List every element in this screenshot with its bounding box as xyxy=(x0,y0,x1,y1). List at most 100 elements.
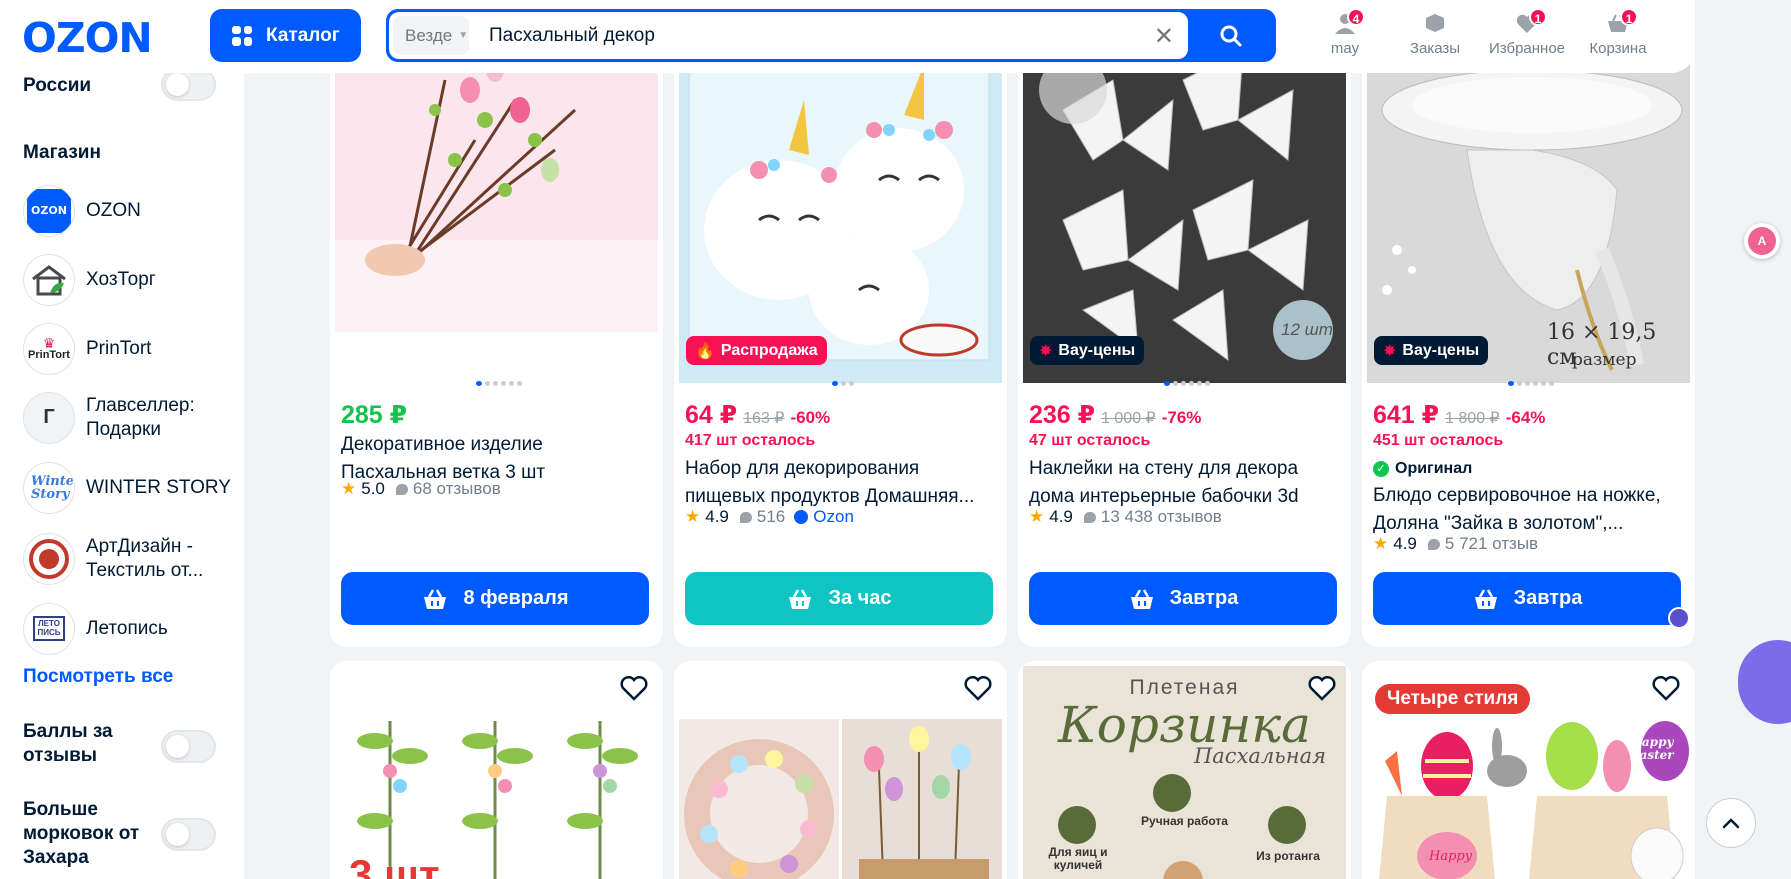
discount: -76% xyxy=(1161,408,1202,427)
more-carrots-toggle[interactable] xyxy=(161,818,216,851)
search-button[interactable] xyxy=(1188,12,1273,59)
image-text-line1: Плетеная xyxy=(1129,676,1240,699)
product-price: 285 ₽ xyxy=(341,401,408,429)
points-for-reviews-toggle[interactable] xyxy=(161,730,216,763)
orders-link[interactable]: Заказы xyxy=(1390,12,1480,57)
original-badge: ✓ Оригинал xyxy=(1373,460,1472,478)
chevron-up-icon xyxy=(1722,818,1740,829)
image-pager-dots[interactable] xyxy=(1164,381,1210,386)
image-text-line5: Для яиц и куличей xyxy=(1048,845,1108,873)
ozon-logo[interactable]: OZON xyxy=(22,14,153,62)
rating-value: 4.9 xyxy=(1049,507,1073,526)
product-card[interactable]: 285 ₽ Декоративное изделие Пасхальная ве… xyxy=(330,0,663,647)
reviews-count[interactable]: 516 xyxy=(757,507,785,527)
scroll-to-top-button[interactable] xyxy=(1706,798,1756,848)
delivery-date: Завтра xyxy=(1169,587,1239,609)
reviews-count[interactable]: 68 отзывов xyxy=(413,479,501,499)
add-to-cart-button[interactable]: 8 февраля xyxy=(341,572,649,625)
product-card[interactable]: 3 шт xyxy=(330,661,663,879)
cart-link[interactable]: 1 Корзина xyxy=(1573,8,1663,57)
box-icon xyxy=(1423,12,1447,34)
discount: -64% xyxy=(1505,408,1546,427)
shop-name: PrinTort xyxy=(86,337,152,359)
product-card[interactable] xyxy=(674,661,1007,879)
heart-icon[interactable] xyxy=(619,674,649,702)
premium-icon xyxy=(1668,607,1690,629)
profile-link[interactable]: 4 may xyxy=(1300,8,1390,57)
badge-label: Вау-цены xyxy=(1402,341,1480,359)
shop-item-artdesign[interactable]: АртДизайн - Текстиль от... xyxy=(23,531,238,586)
feature-icon xyxy=(1268,806,1306,844)
catalog-label: Каталог xyxy=(266,24,340,46)
cart-label: Корзина xyxy=(1589,40,1647,57)
product-rating: ★ 4.9 516 Ozon xyxy=(685,507,854,527)
star-icon: ★ xyxy=(1029,507,1045,526)
seller-name[interactable]: Ozon xyxy=(813,507,854,527)
star-burst-icon: ✸ xyxy=(1383,342,1397,360)
shop-item-ozon[interactable]: OZON OZON xyxy=(23,183,238,238)
image-pager-dots[interactable] xyxy=(1508,381,1554,386)
shop-item-winter-story[interactable]: Winter Story WINTER STORY xyxy=(23,460,238,515)
translate-button[interactable]: A xyxy=(1744,223,1780,259)
image-overlay-size-label: размер xyxy=(1572,350,1637,370)
product-image[interactable]: Четыре стиля Happy Easter Happy xyxy=(1367,666,1690,879)
shop-name: АртДизайн - Текстиль от... xyxy=(86,535,204,581)
product-card[interactable]: 16 × 19,5 см размер ✸ Вау-цены 641 ₽ 1 8… xyxy=(1362,0,1695,647)
image-overlay-easter: Happy Easter xyxy=(1630,735,1674,763)
product-title[interactable]: Набор для декорирования пищевых продукто… xyxy=(685,455,995,511)
add-to-cart-button[interactable]: За час xyxy=(685,572,993,625)
delivery-date: Завтра xyxy=(1513,587,1583,609)
catalog-button[interactable]: Каталог xyxy=(210,9,361,62)
winter-story-logo: Winter Story xyxy=(23,461,75,514)
image-pager-dots[interactable] xyxy=(832,381,854,386)
add-to-cart-button[interactable]: Завтра xyxy=(1029,572,1337,625)
product-card[interactable]: 12 шт ✸ Вау-цены 236 ₽ 1 000 ₽ -76% 47 ш… xyxy=(1018,0,1351,647)
artdesign-logo xyxy=(23,532,75,585)
shop-item-hoztorg[interactable]: ХозТорг xyxy=(23,252,238,307)
shop-name: Летопись xyxy=(86,617,168,639)
old-price: 163 ₽ xyxy=(743,410,785,427)
cart-badge: 1 xyxy=(1620,8,1638,26)
basket-icon xyxy=(789,588,812,609)
image-pager-dots[interactable] xyxy=(476,381,522,386)
product-card[interactable]: 🔥 Распродажа 64 ₽ 163 ₽ -60% 417 шт оста… xyxy=(674,0,1007,647)
rating-value: 4.9 xyxy=(705,507,729,526)
top-header: OZON Каталог Везде ▼ ✕ 4 may Заказы xyxy=(0,0,1695,73)
product-image[interactable]: Плетеная Корзинка Пасхальная Ручная рабо… xyxy=(1023,666,1346,879)
product-card[interactable]: Плетеная Корзинка Пасхальная Ручная рабо… xyxy=(1018,661,1351,879)
image-text-line6: Из ротанга xyxy=(1256,849,1320,863)
shop-item-glavseller[interactable]: Г Главселлер: Подарки xyxy=(23,390,238,445)
add-to-cart-button[interactable]: Завтра xyxy=(1373,572,1681,625)
star-icon: ★ xyxy=(341,479,357,498)
heart-icon[interactable] xyxy=(1307,674,1337,702)
wow-price-badge: ✸ Вау-цены xyxy=(1374,336,1489,365)
product-image[interactable]: 3 шт xyxy=(335,661,658,879)
product-image[interactable] xyxy=(679,719,1002,879)
search-scope-dropdown[interactable]: Везде ▼ xyxy=(393,16,469,55)
reviews-count[interactable]: 5 721 отзыв xyxy=(1445,534,1538,554)
product-title[interactable]: Наклейки на стену для декора дома интерь… xyxy=(1029,455,1339,511)
delivery-date: За час xyxy=(828,587,892,609)
product-rating: ★ 5.0 68 отзывов xyxy=(341,479,501,499)
rating-value: 4.9 xyxy=(1393,534,1417,553)
feature-icon xyxy=(1058,806,1096,844)
shop-item-printort[interactable]: ♛ PrinTort PrinTort xyxy=(23,321,238,376)
ozon-seller-icon xyxy=(794,510,809,524)
search-icon xyxy=(1220,25,1241,46)
search-input[interactable] xyxy=(489,12,1129,59)
heart-icon[interactable] xyxy=(963,674,993,702)
see-all-shops-link[interactable]: Посмотреть все xyxy=(23,666,173,688)
favorites-link[interactable]: 1 Избранное xyxy=(1482,8,1572,57)
comment-icon xyxy=(739,511,752,523)
heart-icon[interactable] xyxy=(1651,674,1681,702)
stock-left: 47 шт осталось xyxy=(1029,432,1151,449)
product-card[interactable]: Четыре стиля Happy Easter Happy xyxy=(1362,661,1695,879)
reviews-count[interactable]: 13 438 отзывов xyxy=(1101,507,1222,527)
shop-item-letopis[interactable]: ЛЕТО ПИСЬ Летопись xyxy=(23,601,238,656)
star-icon: ★ xyxy=(1373,534,1389,553)
close-icon[interactable]: ✕ xyxy=(1154,22,1174,51)
image-overlay-text: 3 шт xyxy=(349,851,440,879)
chat-assistant-button[interactable] xyxy=(1738,640,1791,724)
product-title[interactable]: Блюдо сервировочное на ножке, Доляна "За… xyxy=(1373,482,1683,538)
user-icon: 4 xyxy=(1333,8,1365,34)
